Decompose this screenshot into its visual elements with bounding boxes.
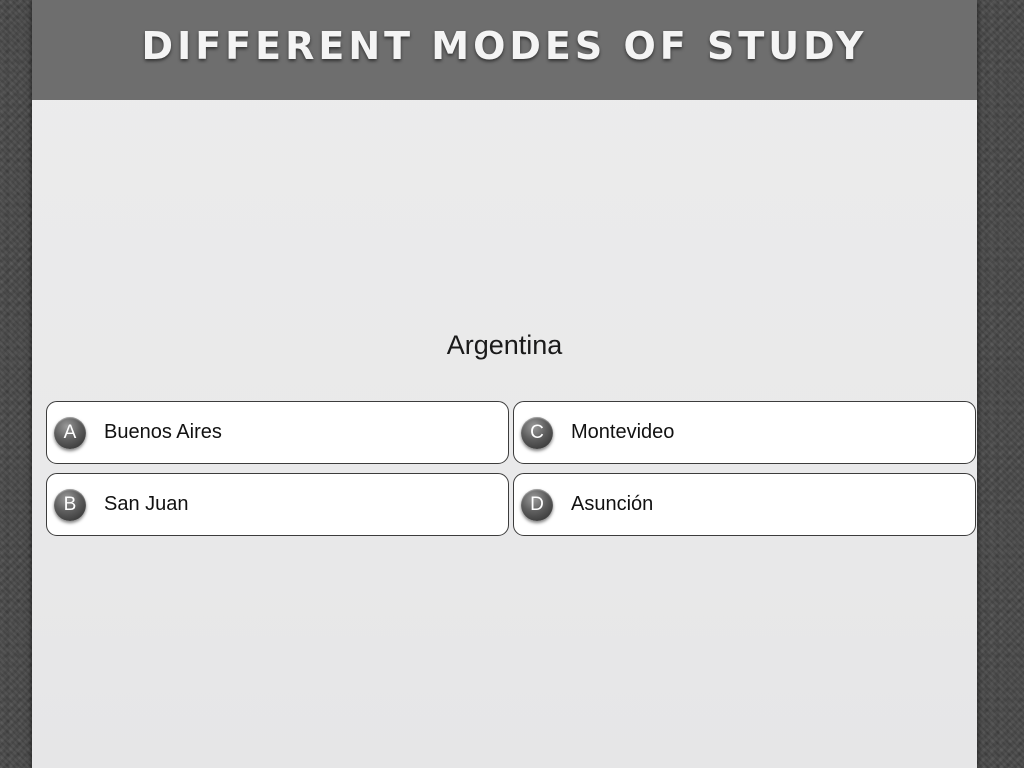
slide-panel: DIFFERENT MODES OF STUDY Argentina A Bue… [32,0,977,768]
answer-a-label: Buenos Aires [104,421,222,443]
answer-option-b[interactable]: B San Juan [46,473,509,536]
question-text: Argentina [446,330,563,360]
answer-c-letter-badge: C [521,416,553,449]
answer-c-label: Montevideo [571,421,675,443]
answer-d-label: Asunción [571,493,654,515]
answer-grid: A Buenos Aires C Montevideo B San Juan D… [46,401,977,539]
answer-option-d[interactable]: D Asunción [513,473,976,536]
title-bar: DIFFERENT MODES OF STUDY [32,0,977,100]
answer-option-c[interactable]: C Montevideo [513,401,976,464]
answer-d-letter-badge: D [521,488,553,521]
answer-a-letter-badge: A [54,416,86,449]
answer-b-letter-badge: B [54,488,86,521]
slide-title: DIFFERENT MODES OF STUDY [141,24,868,68]
answer-b-label: San Juan [104,493,189,515]
answer-option-a[interactable]: A Buenos Aires [46,401,509,464]
